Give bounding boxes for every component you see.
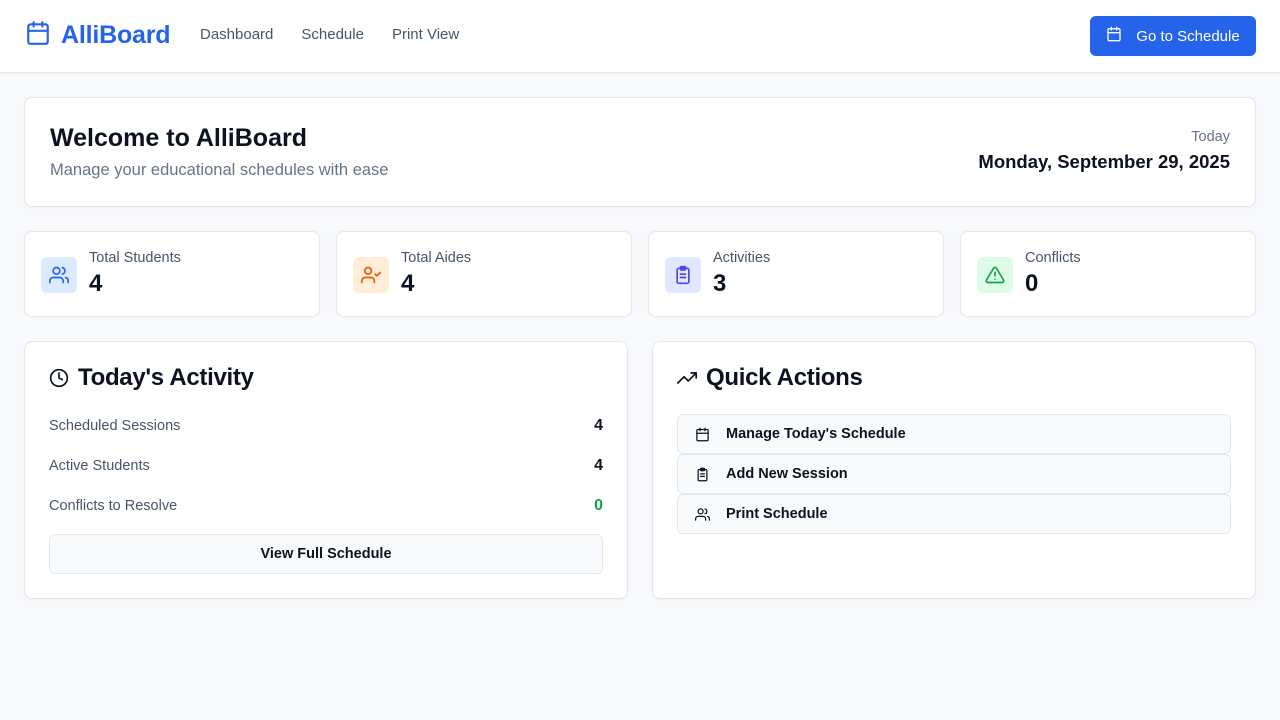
users-icon — [695, 507, 710, 522]
activity-row-scheduled-sessions: Scheduled Sessions 4 — [49, 417, 603, 435]
clipboard-icon — [695, 467, 710, 482]
action-label: Print Schedule — [726, 506, 828, 522]
row-value: 4 — [594, 457, 603, 474]
stat-card-total-students: Total Students 4 — [24, 231, 320, 317]
stat-label: Total Aides — [401, 250, 472, 266]
user-check-icon — [353, 257, 389, 293]
stat-value: 3 — [713, 270, 727, 297]
panel-title: Quick Actions — [677, 364, 863, 392]
welcome-card: Welcome to AlliBoard Manage your educati… — [24, 97, 1256, 207]
nav-schedule[interactable]: Schedule — [301, 26, 364, 43]
row-label: Active Students — [49, 458, 150, 474]
stat-value: 4 — [401, 270, 415, 297]
view-full-schedule-button[interactable]: View Full Schedule — [49, 534, 603, 574]
stat-label: Activities — [713, 250, 771, 266]
page-subtitle: Manage your educational schedules with e… — [50, 161, 389, 179]
manage-todays-schedule-button[interactable]: Manage Today's Schedule — [677, 414, 1231, 454]
todays-activity-panel: Today's Activity Scheduled Sessions 4 Ac… — [24, 341, 628, 599]
today-date: Monday, September 29, 2025 — [978, 151, 1230, 172]
panel-title-text: Today's Activity — [78, 364, 254, 391]
calendar-icon — [695, 427, 710, 442]
top-navbar: AlliBoard Dashboard Schedule Print View … — [0, 0, 1280, 73]
go-to-schedule-button[interactable]: Go to Schedule — [1090, 16, 1256, 56]
row-value: 0 — [594, 497, 603, 514]
nav-print-view[interactable]: Print View — [392, 26, 459, 43]
clock-icon — [49, 368, 69, 388]
panel-title: Today's Activity — [49, 364, 254, 392]
nav-dashboard[interactable]: Dashboard — [200, 26, 273, 43]
calendar-icon — [1106, 26, 1122, 46]
panel-title-text: Quick Actions — [706, 364, 863, 391]
stat-label: Total Students — [89, 250, 181, 266]
go-to-schedule-label: Go to Schedule — [1136, 27, 1240, 45]
brand[interactable]: AlliBoard — [25, 20, 171, 51]
stat-card-conflicts: Conflicts 0 — [960, 231, 1256, 317]
main-nav: Dashboard Schedule Print View — [200, 26, 459, 43]
activity-row-active-students: Active Students 4 — [49, 457, 603, 475]
page-title: Welcome to AlliBoard — [50, 124, 307, 152]
row-value: 4 — [594, 417, 603, 434]
clipboard-icon — [665, 257, 701, 293]
stat-label: Conflicts — [1025, 250, 1081, 266]
calendar-icon — [25, 20, 51, 51]
quick-actions-panel: Quick Actions Manage Today's Schedule Ad… — [652, 341, 1256, 599]
brand-name: AlliBoard — [61, 21, 171, 49]
trending-up-icon — [677, 368, 697, 388]
stat-value: 0 — [1025, 270, 1039, 297]
row-label: Scheduled Sessions — [49, 418, 181, 434]
today-label: Today — [1191, 129, 1230, 145]
users-icon — [41, 257, 77, 293]
action-label: Add New Session — [726, 466, 848, 482]
action-label: Manage Today's Schedule — [726, 426, 906, 442]
alert-triangle-icon — [977, 257, 1013, 293]
stat-card-total-aides: Total Aides 4 — [336, 231, 632, 317]
stat-value: 4 — [89, 270, 103, 297]
row-label: Conflicts to Resolve — [49, 498, 178, 514]
print-schedule-button[interactable]: Print Schedule — [677, 494, 1231, 534]
activity-row-conflicts: Conflicts to Resolve 0 — [49, 497, 603, 515]
add-new-session-button[interactable]: Add New Session — [677, 454, 1231, 494]
stat-card-activities: Activities 3 — [648, 231, 944, 317]
